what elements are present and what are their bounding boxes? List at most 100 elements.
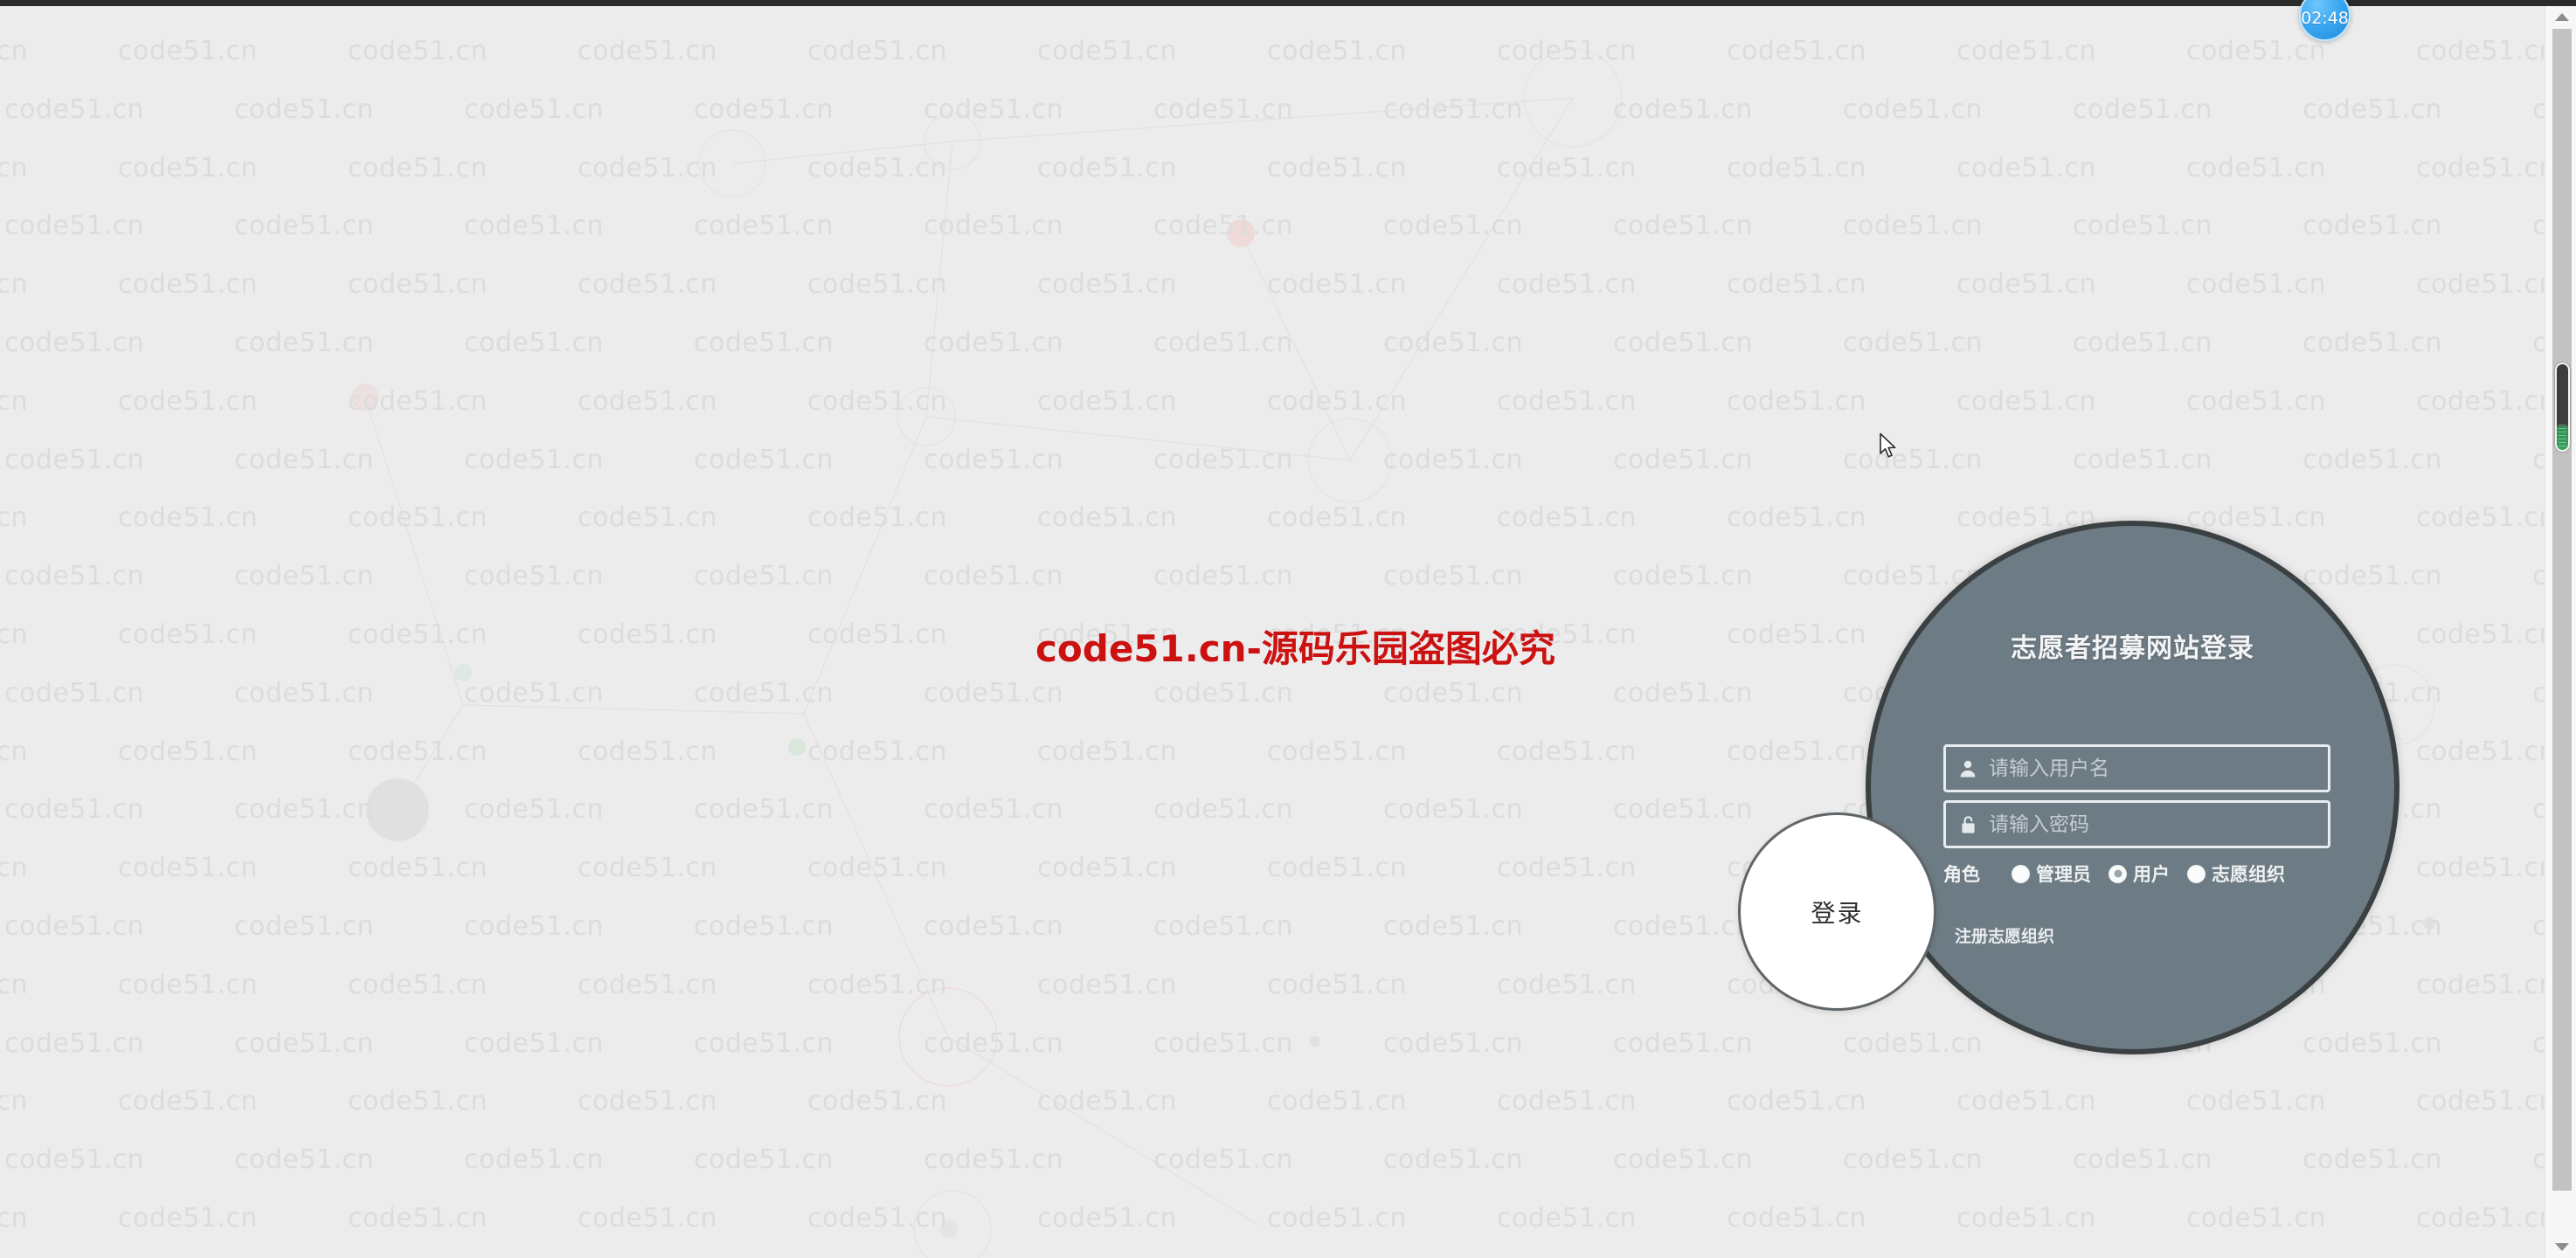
- watermark-text: code51.cn: [234, 211, 375, 242]
- watermark-text: code51.cn: [2416, 736, 2545, 767]
- watermark-text: code51.cn: [234, 444, 375, 475]
- watermark-text: code51.cn: [924, 1144, 1064, 1176]
- watermark-text: code51.cn: [1383, 444, 1524, 475]
- watermark-text: code51.cn: [2532, 794, 2545, 826]
- watermark-text: code51.cn: [4, 911, 145, 942]
- watermark-text: code51.cn: [807, 969, 948, 1000]
- watermark-text: code51.cn: [1153, 444, 1294, 475]
- watermark-text: code51.cn: [464, 911, 605, 942]
- scrollbar-track[interactable]: [2552, 29, 2572, 1191]
- watermark-text: code51.cn: [694, 328, 834, 358]
- watermark-text: code51.cn: [2302, 328, 2443, 358]
- scrollbar-arrow-down-icon[interactable]: [2555, 1243, 2569, 1251]
- watermark-text: code51.cn: [1153, 794, 1294, 826]
- watermark-text: code51.cn: [1843, 444, 1984, 475]
- scrollbar-thumb[interactable]: [2555, 363, 2570, 452]
- watermark-text: code51.cn: [1267, 152, 1408, 183]
- watermark-text: code51.cn: [234, 794, 375, 826]
- watermark-text: code51.cn: [807, 36, 948, 66]
- watermark-text: code51.cn: [578, 36, 718, 66]
- watermark-text: code51.cn: [1383, 911, 1524, 942]
- username-field-wrapper[interactable]: [1943, 744, 2330, 792]
- watermark-text: code51.cn: [578, 269, 718, 301]
- role-option-admin[interactable]: 管理员: [2012, 861, 2091, 887]
- watermark-text: code51.cn: [2532, 561, 2545, 592]
- watermark-text: code51.cn: [1267, 36, 1408, 66]
- theft-warning-watermark: code51.cn-源码乐园盗图必究: [1035, 627, 1555, 670]
- watermark-text: code51.cn: [807, 853, 948, 884]
- watermark-text: code51.cn: [2073, 328, 2213, 358]
- watermark-text: code51.cn: [2073, 93, 2213, 125]
- vertical-scrollbar[interactable]: [2545, 6, 2576, 1258]
- watermark-text: code51.cn: [118, 853, 259, 884]
- watermark-text: code51.cn: [0, 211, 4, 241]
- watermark-text: code51.cn: [0, 619, 29, 650]
- user-icon: [1958, 758, 1977, 779]
- watermark-text: code51.cn: [2186, 152, 2327, 183]
- role-option-organization[interactable]: 志愿组织: [2187, 861, 2285, 887]
- watermark-text: code51.cn: [2302, 211, 2443, 242]
- watermark-text: code51.cn: [1383, 328, 1524, 358]
- watermark-text: code51.cn: [1727, 1203, 1867, 1234]
- watermark-text: code51.cn: [1153, 328, 1294, 358]
- login-submit-button-label: 登录: [1811, 898, 1864, 928]
- watermark-text: code51.cn: [1267, 736, 1408, 767]
- radio-dot-admin[interactable]: [2012, 864, 2030, 883]
- password-input[interactable]: [1989, 803, 2328, 846]
- watermark-text: code51.cn: [807, 269, 948, 301]
- watermark-text: code51.cn: [694, 211, 834, 242]
- watermark-text: code51.cn: [1267, 969, 1408, 1000]
- watermark-text: code51.cn: [234, 677, 375, 708]
- watermark-text: code51.cn: [1383, 794, 1524, 826]
- watermark-text: code51.cn: [694, 677, 834, 708]
- login-submit-button[interactable]: 登录: [1738, 812, 1936, 1011]
- watermark-text: code51.cn: [2416, 969, 2545, 1000]
- watermark-text: code51.cn: [1613, 561, 1754, 592]
- watermark-text: code51.cn: [464, 328, 605, 358]
- watermark-text: code51.cn: [924, 677, 1064, 708]
- watermark-text: code51.cn: [464, 794, 605, 826]
- watermark-text: code51.cn: [694, 1144, 834, 1176]
- watermark-text: code51.cn: [1956, 1086, 2097, 1117]
- watermark-text: code51.cn: [924, 794, 1064, 826]
- watermark-text: code51.cn: [2186, 385, 2327, 417]
- watermark-text: code51.cn: [1727, 269, 1867, 301]
- password-field-wrapper[interactable]: [1943, 800, 2330, 848]
- register-organization-link[interactable]: 注册志愿组织: [1955, 923, 2054, 947]
- watermark-text: code51.cn: [578, 1203, 718, 1234]
- watermark-text: code51.cn: [348, 853, 488, 884]
- watermark-text: code51.cn: [1497, 502, 1638, 534]
- watermark-text: code51.cn: [0, 794, 4, 825]
- watermark-text: code51.cn: [1267, 269, 1408, 301]
- watermark-text: code51.cn: [1383, 1027, 1524, 1059]
- watermark-row: code51.cncode51.cncode51.cncode51.cncode…: [0, 386, 2545, 417]
- scrollbar-arrow-up-icon[interactable]: [2555, 13, 2569, 21]
- screen-root: code51.cn code51.cn code51.cn code51.cn code…: [0, 0, 2576, 1258]
- watermark-text: code51.cn: [1153, 561, 1294, 592]
- watermark-text: code51.cn: [348, 736, 488, 767]
- watermark-row: code51.cn code51.cn code51.cn code51.cn code…: [0, 445, 2545, 475]
- watermark-text: code51.cn: [348, 152, 488, 183]
- username-input[interactable]: [1989, 747, 2328, 790]
- watermark-text: code51.cn: [578, 853, 718, 884]
- watermark-text: code51.cn: [694, 444, 834, 475]
- watermark-row: code51.cn code51.cn code51.cn code51.cn code…: [0, 328, 2545, 358]
- watermark-text: code51.cn: [807, 152, 948, 183]
- watermark-text: code51.cn: [464, 93, 605, 125]
- watermark-text: code51.cn: [1383, 1144, 1524, 1176]
- watermark-text: code51.cn: [578, 619, 718, 650]
- watermark-text: code51.cn: [1037, 36, 1178, 66]
- watermark-text: code51.cn: [1037, 969, 1178, 1000]
- role-label: 角色: [1943, 864, 1980, 885]
- watermark-text: code51.cn: [1037, 152, 1178, 183]
- radio-dot-user[interactable]: [2109, 864, 2127, 883]
- watermark-text: code51.cn: [1267, 385, 1408, 417]
- watermark-text: code51.cn: [118, 385, 259, 417]
- watermark-text: code51.cn: [1843, 328, 1984, 358]
- watermark-text: code51.cn: [0, 445, 4, 475]
- radio-dot-organization[interactable]: [2187, 864, 2206, 883]
- watermark-text: code51.cn: [1956, 152, 2097, 183]
- watermark-text: code51.cn: [0, 561, 4, 591]
- role-option-user[interactable]: 用户: [2109, 861, 2170, 887]
- watermark-text: code51.cn: [2416, 269, 2545, 301]
